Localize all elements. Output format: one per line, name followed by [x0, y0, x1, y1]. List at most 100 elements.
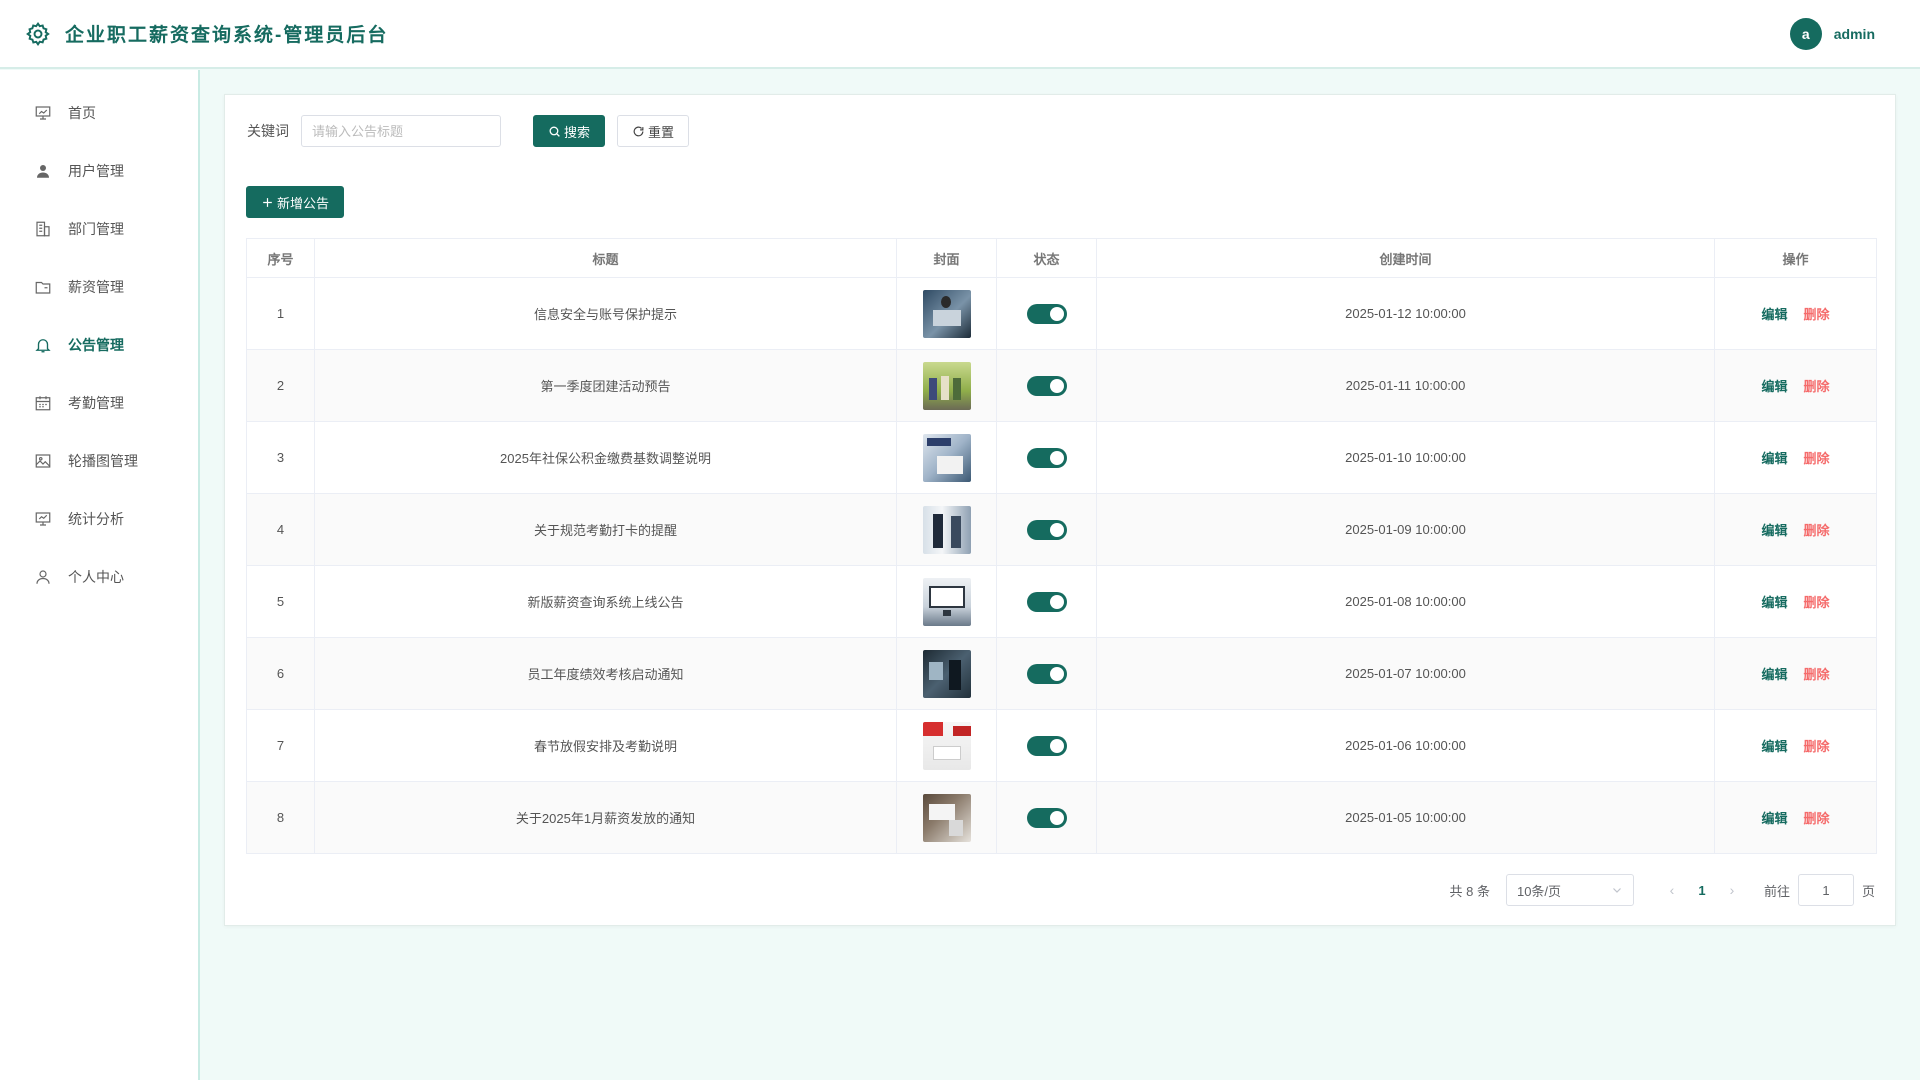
row-cover-cell — [896, 565, 997, 638]
content-card: 关键词 搜索 重置 新增公告 序号 标题 封面 状态 创建时间 操作 — [224, 94, 1896, 926]
sidebar-item-salary[interactable]: 薪资管理 — [0, 258, 198, 316]
row-title: 信息安全与账号保护提示 — [314, 277, 897, 350]
row-actions: 编辑 删除 — [1714, 349, 1877, 422]
cover-thumbnail[interactable] — [922, 793, 971, 842]
row-actions: 编辑 删除 — [1714, 493, 1877, 566]
edit-link[interactable]: 编辑 — [1761, 739, 1787, 754]
calendar-icon — [35, 396, 51, 411]
edit-link[interactable]: 编辑 — [1761, 523, 1787, 538]
cover-thumbnail[interactable] — [922, 721, 971, 770]
row-title: 员工年度绩效考核启动通知 — [314, 637, 897, 710]
status-switch[interactable] — [1026, 447, 1067, 468]
row-status-cell — [996, 637, 1097, 710]
plus-icon — [263, 197, 272, 207]
status-switch[interactable] — [1026, 519, 1067, 540]
row-title: 关于2025年1月薪资发放的通知 — [314, 781, 897, 854]
status-switch[interactable] — [1026, 375, 1067, 396]
cover-thumbnail[interactable] — [922, 289, 971, 338]
row-title: 关于规范考勤打卡的提醒 — [314, 493, 897, 566]
add-announcement-button[interactable]: 新增公告 — [246, 186, 345, 218]
sidebar-item-label: 考勤管理 — [68, 395, 124, 411]
reset-button[interactable]: 重置 — [617, 115, 690, 147]
status-switch[interactable] — [1026, 735, 1067, 756]
page-number[interactable]: 1 — [1684, 883, 1720, 898]
row-index: 2 — [246, 349, 315, 422]
sidebar-item-profile[interactable]: 个人中心 — [0, 548, 198, 606]
sidebar-item-users[interactable]: 用户管理 — [0, 142, 198, 200]
status-switch[interactable] — [1026, 591, 1067, 612]
reset-button-label: 重置 — [648, 124, 675, 140]
next-page-button[interactable]: › — [1720, 882, 1744, 898]
sidebar-item-home[interactable]: 首页 — [0, 84, 198, 142]
delete-link[interactable]: 删除 — [1804, 811, 1830, 826]
sidebar: 首页 用户管理 部门管理 薪资管理 公告管理 考勤管理 轮播图管理 统计分析 个… — [0, 70, 200, 1080]
app-title: 企业职工薪资查询系统-管理员后台 — [65, 25, 389, 46]
prev-page-button[interactable]: ‹ — [1660, 882, 1684, 898]
edit-link[interactable]: 编辑 — [1761, 811, 1787, 826]
row-status-cell — [996, 781, 1097, 854]
edit-link[interactable]: 编辑 — [1761, 379, 1787, 394]
delete-link[interactable]: 删除 — [1804, 523, 1830, 538]
search-button-label: 搜索 — [564, 124, 591, 140]
row-actions: 编辑 删除 — [1714, 709, 1877, 782]
sidebar-item-label: 轮播图管理 — [68, 453, 138, 469]
status-switch[interactable] — [1026, 807, 1067, 828]
delete-link[interactable]: 删除 — [1804, 667, 1830, 682]
goto-page-input[interactable] — [1797, 874, 1854, 906]
delete-link[interactable]: 删除 — [1804, 595, 1830, 610]
row-actions: 编辑 删除 — [1714, 565, 1877, 638]
row-title: 第一季度团建活动预告 — [314, 349, 897, 422]
delete-link[interactable]: 删除 — [1804, 307, 1830, 322]
username[interactable]: admin — [1834, 26, 1875, 42]
picture-icon — [35, 454, 51, 468]
row-cover-cell — [896, 709, 997, 782]
cover-thumbnail[interactable] — [922, 505, 971, 554]
refresh-icon — [633, 126, 644, 136]
delete-link[interactable]: 删除 — [1804, 739, 1830, 754]
row-status-cell — [996, 421, 1097, 494]
chevron-down-icon — [1613, 888, 1621, 893]
gear-icon — [26, 21, 50, 46]
chart-board-icon — [35, 512, 51, 526]
avatar[interactable]: a — [1789, 17, 1822, 50]
page-size-select[interactable]: 10条/页 — [1505, 874, 1634, 906]
edit-link[interactable]: 编辑 — [1761, 307, 1787, 322]
search-button[interactable]: 搜索 — [533, 115, 606, 147]
sidebar-item-label: 统计分析 — [68, 511, 124, 527]
table-row: 4 关于规范考勤打卡的提醒 2025-01-09 10:00:00 编辑 删除 — [246, 493, 1877, 566]
row-status-cell — [996, 349, 1097, 422]
sidebar-item-attendance[interactable]: 考勤管理 — [0, 374, 198, 432]
row-cover-cell — [896, 781, 997, 854]
sidebar-item-announcements[interactable]: 公告管理 — [0, 316, 198, 374]
cover-thumbnail[interactable] — [922, 649, 971, 698]
row-status-cell — [996, 277, 1097, 350]
keyword-label: 关键词 — [247, 123, 289, 139]
column-header-created: 创建时间 — [1096, 238, 1715, 278]
edit-link[interactable]: 编辑 — [1761, 595, 1787, 610]
status-switch[interactable] — [1026, 303, 1067, 324]
row-created-time: 2025-01-06 10:00:00 — [1096, 709, 1715, 782]
cover-thumbnail[interactable] — [922, 433, 971, 482]
column-header-title: 标题 — [314, 238, 897, 278]
sidebar-item-statistics[interactable]: 统计分析 — [0, 490, 198, 548]
search-input[interactable] — [301, 115, 501, 147]
presentation-icon — [35, 106, 51, 120]
status-switch[interactable] — [1026, 663, 1067, 684]
row-actions: 编辑 删除 — [1714, 781, 1877, 854]
edit-link[interactable]: 编辑 — [1761, 667, 1787, 682]
delete-link[interactable]: 删除 — [1804, 379, 1830, 394]
column-header-cover: 封面 — [896, 238, 997, 278]
edit-link[interactable]: 编辑 — [1761, 451, 1787, 466]
sidebar-item-label: 个人中心 — [68, 569, 124, 585]
sidebar-item-carousel[interactable]: 轮播图管理 — [0, 432, 198, 490]
cover-thumbnail[interactable] — [922, 361, 971, 410]
row-index: 3 — [246, 421, 315, 494]
row-index: 6 — [246, 637, 315, 710]
delete-link[interactable]: 删除 — [1804, 451, 1830, 466]
row-created-time: 2025-01-11 10:00:00 — [1096, 349, 1715, 422]
page-suffix: 页 — [1861, 883, 1875, 899]
sidebar-item-departments[interactable]: 部门管理 — [0, 200, 198, 258]
user-menu[interactable]: a admin — [1789, 17, 1875, 50]
row-index: 4 — [246, 493, 315, 566]
cover-thumbnail[interactable] — [922, 577, 971, 626]
